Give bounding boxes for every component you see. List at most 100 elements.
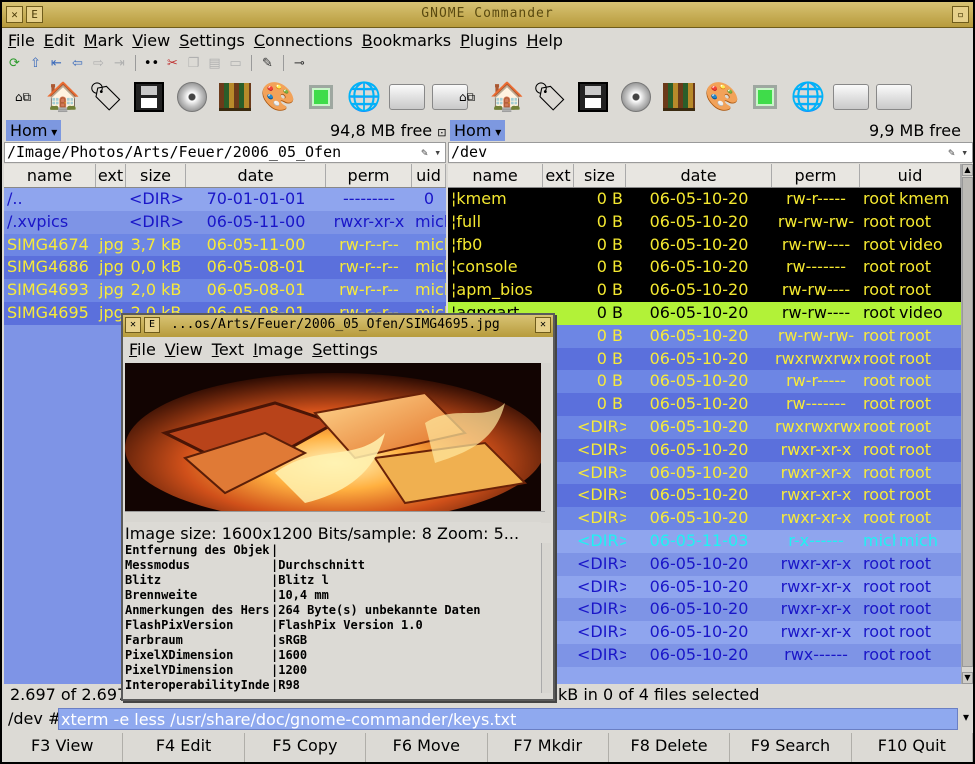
table-row[interactable]: SIMG4693 jpg 2,0 kB 06-05-08-01 rw-r--r-- mic…	[4, 279, 446, 302]
cmd-history-icon[interactable]: ▾	[963, 710, 969, 724]
col-ext[interactable]: ext	[96, 164, 126, 187]
col-uid[interactable]: uid	[860, 164, 961, 187]
viewer-menu-icon[interactable]: ✕	[125, 317, 141, 333]
left-path[interactable]: /Image/Photos/Arts/Feuer/2006_05_Ofen ✎ …	[4, 142, 446, 163]
table-row[interactable]: ¦apm_bios 0 B 06-05-10-20 rw-rw---- root root	[448, 279, 961, 302]
ftp-icon[interactable]: ⊸	[291, 55, 308, 72]
f10-quit-button[interactable]: F10 Quit	[852, 733, 973, 762]
f7-mkdir-button[interactable]: F7 Mkdir	[488, 733, 609, 762]
harddisk-icon[interactable]	[874, 77, 914, 117]
viewer-menu-view[interactable]: View	[165, 339, 203, 361]
cdrom-icon[interactable]	[172, 77, 212, 117]
right-device-dropdown[interactable]: Hom	[450, 120, 506, 141]
palette-icon[interactable]: 🎨	[702, 77, 742, 117]
copy-icon[interactable]: ❐	[185, 55, 202, 72]
menu-file[interactable]: File	[8, 31, 35, 50]
home-icon[interactable]: 🏠	[43, 77, 83, 117]
menu-view[interactable]: View	[132, 31, 170, 50]
f3-view-button[interactable]: F3 View	[2, 733, 124, 762]
table-row[interactable]: ¦kmem 0 B 06-05-10-20 rw-r----- root kmem	[448, 188, 961, 211]
left-device-dropdown[interactable]: Hom	[6, 120, 62, 141]
cdrom-icon[interactable]	[616, 77, 656, 117]
menu-connections[interactable]: Connections	[254, 31, 353, 50]
scroll-down-icon[interactable]: ▼	[962, 672, 973, 684]
maximize-icon[interactable]: ▫	[952, 6, 969, 23]
menu-bookmarks[interactable]: Bookmarks	[362, 31, 451, 50]
floppy-icon[interactable]	[129, 77, 169, 117]
f9-search-button[interactable]: F9 Search	[730, 733, 852, 762]
back-first-icon[interactable]: ⇤	[48, 55, 65, 72]
books-icon[interactable]	[659, 77, 699, 117]
scroll-up-icon[interactable]: ▲	[962, 164, 973, 176]
delete-icon[interactable]: ▭	[227, 55, 244, 72]
path-history-icon[interactable]: ✎ ▾	[421, 143, 441, 162]
books-icon[interactable]	[215, 77, 255, 117]
table-row[interactable]: ¦console 0 B 06-05-10-20 rw------- root root	[448, 256, 961, 280]
harddisk-icon[interactable]	[831, 77, 871, 117]
network-icon[interactable]: 🌐	[344, 77, 384, 117]
viewer-menu-image[interactable]: Image	[253, 339, 303, 361]
col-size[interactable]: size	[126, 164, 186, 187]
menu-settings[interactable]: Settings	[179, 31, 245, 50]
f4-edit-button[interactable]: F4 Edit	[123, 733, 245, 762]
menu-mark[interactable]: Mark	[84, 31, 123, 50]
viewer-close-icon[interactable]: ✕	[535, 317, 551, 333]
cut-icon[interactable]: ✂	[164, 55, 181, 72]
menu-plugins[interactable]: Plugins	[460, 31, 517, 50]
viewer-menu-settings[interactable]: Settings	[312, 339, 378, 361]
cmd-input[interactable]: xterm -e less /usr/share/doc/gnome-comma…	[58, 708, 958, 730]
table-row[interactable]: ¦fb0 0 B 06-05-10-20 rw-rw---- root video	[448, 233, 961, 257]
col-size[interactable]: size	[574, 164, 626, 187]
viewer-shade-icon[interactable]: E	[144, 317, 160, 333]
exif-scrollbar[interactable]	[541, 543, 551, 693]
home-icon[interactable]: 🏠	[487, 77, 527, 117]
refresh-icon[interactable]: ⟳	[6, 55, 23, 72]
home-sign-icon[interactable]: 🏷	[530, 77, 570, 117]
table-row[interactable]: /.. <DIR> 70-01-01-01 --------- 0	[4, 188, 446, 211]
viewer-image-scrollbar[interactable]	[541, 363, 551, 523]
right-scrollbar[interactable]: ▲ ▼	[961, 164, 973, 684]
back-icon[interactable]: ⇦	[69, 55, 86, 72]
col-uid[interactable]: uid	[412, 164, 446, 187]
connections-icon[interactable]: ⌂⧉	[450, 77, 484, 117]
f8-delete-button[interactable]: F8 Delete	[609, 733, 731, 762]
f6-move-button[interactable]: F6 Move	[366, 733, 488, 762]
f5-copy-button[interactable]: F5 Copy	[245, 733, 367, 762]
menu-edit[interactable]: Edit	[44, 31, 75, 50]
col-perm[interactable]: perm	[326, 164, 412, 187]
edit-icon[interactable]: ✎	[259, 55, 276, 72]
col-date[interactable]: date	[186, 164, 326, 187]
floppy-icon[interactable]	[573, 77, 613, 117]
table-row[interactable]: ¦full 0 B 06-05-10-20 rw-rw-rw-root root	[448, 210, 961, 234]
forward-icon[interactable]: ⇨	[90, 55, 107, 72]
connections-icon[interactable]: ⌂⧉	[6, 77, 40, 117]
col-name[interactable]: name	[448, 164, 543, 187]
home-sign-icon[interactable]: 🏷	[86, 77, 126, 117]
viewer-menu-text[interactable]: Text	[212, 339, 244, 361]
network-icon[interactable]: 🌐	[788, 77, 828, 117]
viewer-horizontal-scrollbar[interactable]	[125, 511, 545, 522]
palette-icon[interactable]: 🎨	[258, 77, 298, 117]
up-icon[interactable]: ⇧	[27, 55, 44, 72]
right-device-selector[interactable]: Hom	[450, 120, 506, 141]
left-device-selector[interactable]: Hom	[6, 120, 62, 141]
paste-icon[interactable]: ▤	[206, 55, 223, 72]
select-icon[interactable]: ••	[143, 55, 160, 72]
col-name[interactable]: name	[4, 164, 96, 187]
viewer-menu-file[interactable]: File	[129, 339, 156, 361]
menu-help[interactable]: Help	[526, 31, 562, 50]
col-ext[interactable]: ext	[543, 164, 574, 187]
col-perm[interactable]: perm	[772, 164, 860, 187]
green-device-icon[interactable]	[301, 77, 341, 117]
green-device-icon[interactable]	[745, 77, 785, 117]
right-path[interactable]: /dev ✎ ▾	[448, 142, 973, 163]
harddisk-icon[interactable]	[387, 77, 427, 117]
forward-last-icon[interactable]: ⇥	[111, 55, 128, 72]
table-row[interactable]: SIMG4686 jpg 0,0 kB 06-05-08-01 rw-r--r-- mic…	[4, 256, 446, 280]
table-row[interactable]: SIMG4674 jpg 3,7 kB 06-05-11-00 rw-r--r-- mic…	[4, 233, 446, 257]
scroll-thumb[interactable]	[962, 177, 973, 667]
path-history-icon[interactable]: ✎ ▾	[948, 143, 968, 162]
cell-name: ¦console	[451, 257, 518, 277]
table-row[interactable]: /.xvpics <DIR> 06-05-11-00 rwxr-xr-x mich	[4, 210, 446, 234]
col-date[interactable]: date	[626, 164, 772, 187]
